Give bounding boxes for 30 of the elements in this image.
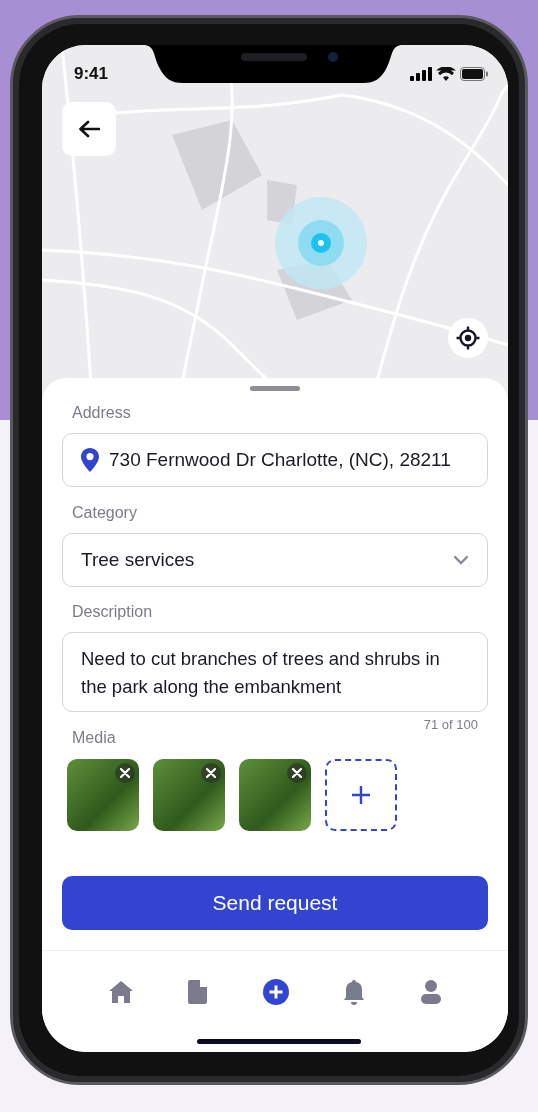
address-field[interactable]: 730 Fernwood Dr Charlotte, (NC), 28211: [62, 433, 488, 487]
back-arrow-icon: [78, 120, 100, 138]
status-time: 9:41: [74, 63, 109, 85]
field-label: Description: [71, 602, 154, 622]
character-counter: 71 of 100: [422, 718, 479, 732]
pin-icon: [81, 448, 99, 472]
chevron-down-icon: [453, 555, 469, 565]
plus-icon: [351, 785, 371, 805]
field-label: Category: [71, 503, 138, 523]
close-icon: [206, 768, 216, 778]
add-icon: [263, 979, 289, 1005]
category-select[interactable]: Tree services: [62, 533, 488, 587]
close-icon: [292, 768, 302, 778]
add-media-button[interactable]: [325, 759, 397, 831]
description-field[interactable]: Need to cut branches of trees and shrubs in the park along the embankment: [62, 632, 488, 712]
back-button[interactable]: [62, 102, 116, 156]
remove-button[interactable]: [201, 763, 221, 783]
remove-button[interactable]: [115, 763, 135, 783]
field-label: Media: [71, 728, 117, 748]
crosshair-icon: [456, 326, 480, 350]
drag-handle[interactable]: [250, 386, 300, 391]
wifi-icon: [436, 67, 456, 81]
battery-icon: [460, 67, 488, 81]
send-request-button[interactable]: Send request: [62, 876, 488, 930]
field-label: Address: [71, 403, 132, 423]
home-icon: [107, 979, 134, 1005]
signal-icon: [410, 67, 432, 81]
add-tab[interactable]: [261, 977, 291, 1007]
remove-button[interactable]: [287, 763, 307, 783]
close-icon: [120, 768, 130, 778]
